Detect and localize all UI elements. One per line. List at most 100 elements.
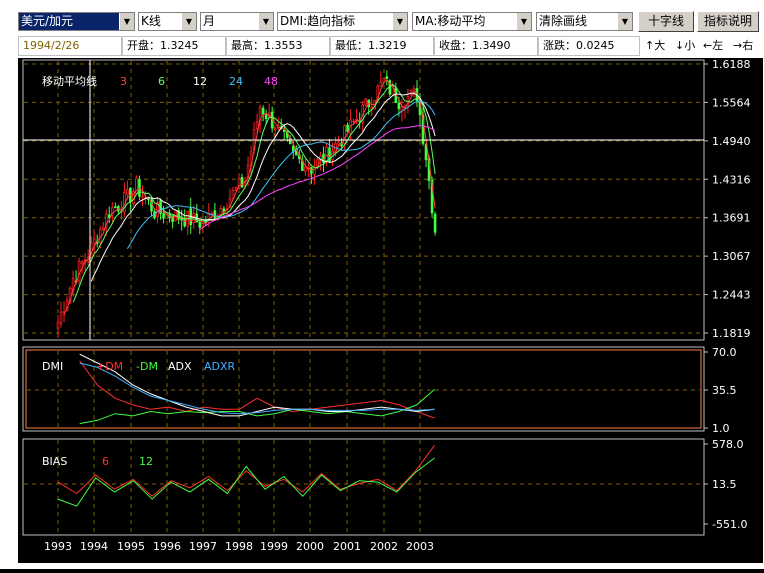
chevron-down-icon[interactable]: ▼ <box>181 13 196 30</box>
ma-legend-24: 24 <box>229 75 243 88</box>
price-legend: 移动平均线 3 6 12 24 48 <box>42 74 278 88</box>
bias-legend-12: 12 <box>139 455 153 468</box>
bias-tick-label: 13.5 <box>712 478 737 491</box>
candle-body <box>397 102 401 110</box>
x-axis-label: 1995 <box>117 540 145 553</box>
chevron-down-icon[interactable]: ▼ <box>617 13 632 30</box>
open-field: 开盘：1.3245 <box>122 36 226 56</box>
candle-body <box>114 206 117 209</box>
candle-body <box>264 114 268 120</box>
candle-body <box>210 212 214 215</box>
indicator-select[interactable]: DMI:趋向指标 ▼ <box>277 12 408 31</box>
close-field: 收盘：1.3490 <box>434 36 538 56</box>
symbol-value: 美元/加元 <box>21 14 74 28</box>
x-axis-labels: 1993 1994 1995 1996 1997 1998 1999 2000 2001 2002… <box>44 540 434 553</box>
crosshair-button[interactable]: 十字线 <box>638 11 694 32</box>
bias-legend-6: 6 <box>102 455 109 468</box>
candle-body <box>385 76 389 79</box>
candle-body <box>343 125 346 145</box>
dmi-legend-mdm: -DM <box>136 360 158 373</box>
candle-body <box>126 189 129 196</box>
candle-body <box>56 321 60 329</box>
dmi-tick-label: 35.5 <box>712 384 737 397</box>
ma-legend-6: 6 <box>158 75 165 88</box>
chart-type-value: K线 <box>141 14 161 28</box>
candle-body <box>364 98 368 106</box>
indicator-help-button[interactable]: 指标说明 <box>697 11 759 32</box>
candle-body <box>234 187 238 191</box>
candle-body <box>192 213 196 224</box>
price-tick-label: 1.1819 <box>712 327 751 340</box>
x-axis-label: 1997 <box>189 540 217 553</box>
chevron-down-icon[interactable]: ▼ <box>258 13 273 30</box>
x-axis-label: 2000 <box>296 540 324 553</box>
scroll-left-button[interactable]: ←左 <box>703 36 723 56</box>
candle-body <box>346 124 349 133</box>
clear-lines-select[interactable]: 清除画线 ▼ <box>536 12 633 31</box>
symbol-select[interactable]: 美元/加元 ▼ <box>18 12 135 31</box>
date-field: 1994/2/26 <box>18 36 122 56</box>
candle-body <box>310 167 313 174</box>
dmi-legend-pdm: +DM <box>96 360 123 373</box>
x-axis-label: 1999 <box>260 540 288 553</box>
candle-body <box>101 227 105 231</box>
chart-type-select[interactable]: K线 ▼ <box>138 12 197 31</box>
dmi-tick-label: 1.0 <box>712 422 730 435</box>
change-field: 涨跌：0.0245 <box>538 36 640 56</box>
zoom-out-button[interactable]: ↓小 <box>675 36 695 56</box>
price-tick-label: 1.4940 <box>712 135 751 148</box>
candle-body <box>80 261 84 264</box>
candle-body <box>337 142 340 145</box>
candle-body <box>261 107 265 115</box>
ma-legend-12: 12 <box>193 75 207 88</box>
candle-body <box>138 179 141 197</box>
price-tick-label: 1.6188 <box>712 58 751 71</box>
price-tick-label: 1.5564 <box>712 96 751 109</box>
price-tick-label: 1.3691 <box>712 212 751 225</box>
x-axis-label: 2001 <box>333 540 361 553</box>
period-select[interactable]: 月 ▼ <box>200 12 274 31</box>
period-value: 月 <box>203 14 216 28</box>
clear-lines-value: 清除画线 <box>539 14 588 28</box>
candle-body <box>59 311 63 324</box>
candle-body <box>409 89 413 96</box>
ma-legend-48: 48 <box>264 75 278 88</box>
price-tick-label: 1.4316 <box>712 173 751 186</box>
x-axis-label: 2002 <box>370 540 398 553</box>
low-field: 最低：1.3219 <box>330 36 434 56</box>
chevron-down-icon[interactable]: ▼ <box>516 13 531 30</box>
candle-body <box>352 120 355 123</box>
candle-body <box>255 121 259 129</box>
candle-body <box>107 214 111 218</box>
x-axis-label: 2003 <box>406 540 434 553</box>
overlay-select[interactable]: MA:移动平均 ▼ <box>412 12 532 31</box>
price-tick-label: 1.2443 <box>712 289 751 302</box>
candle-body <box>162 212 165 219</box>
indicator-value: DMI:趋向指标 <box>280 14 356 28</box>
candle-body <box>282 129 286 132</box>
dmi-legend-adx: ADX <box>168 360 192 373</box>
dmi-tick-label: 70.0 <box>712 346 737 359</box>
candle-body <box>240 177 244 188</box>
price-tick-label: 1.3067 <box>712 250 751 263</box>
bias-tick-label: -551.0 <box>712 518 747 531</box>
chart-area[interactable]: 1.6188 1.5564 1.4940 1.4316 1.3691 1.3067 1.24… <box>18 58 763 563</box>
candle-body <box>198 221 202 228</box>
x-axis-label: 1993 <box>44 540 72 553</box>
candle-body <box>141 195 144 198</box>
candle-body <box>304 166 307 172</box>
scroll-right-button[interactable]: →右 <box>733 36 753 56</box>
chevron-down-icon[interactable]: ▼ <box>392 13 407 30</box>
candle-body <box>379 81 383 87</box>
candle-body <box>325 146 328 163</box>
candle-body <box>433 213 437 233</box>
zoom-in-button[interactable]: ↑大 <box>645 36 665 56</box>
candle-body <box>77 261 81 282</box>
candle-body <box>273 128 277 131</box>
candle-body <box>291 145 295 152</box>
bias-legend-title: BIAS <box>42 455 67 468</box>
chevron-down-icon[interactable]: ▼ <box>119 13 134 30</box>
candle-body <box>92 238 96 244</box>
x-axis-label: 1996 <box>153 540 181 553</box>
dmi-legend-title: DMI <box>42 360 63 373</box>
